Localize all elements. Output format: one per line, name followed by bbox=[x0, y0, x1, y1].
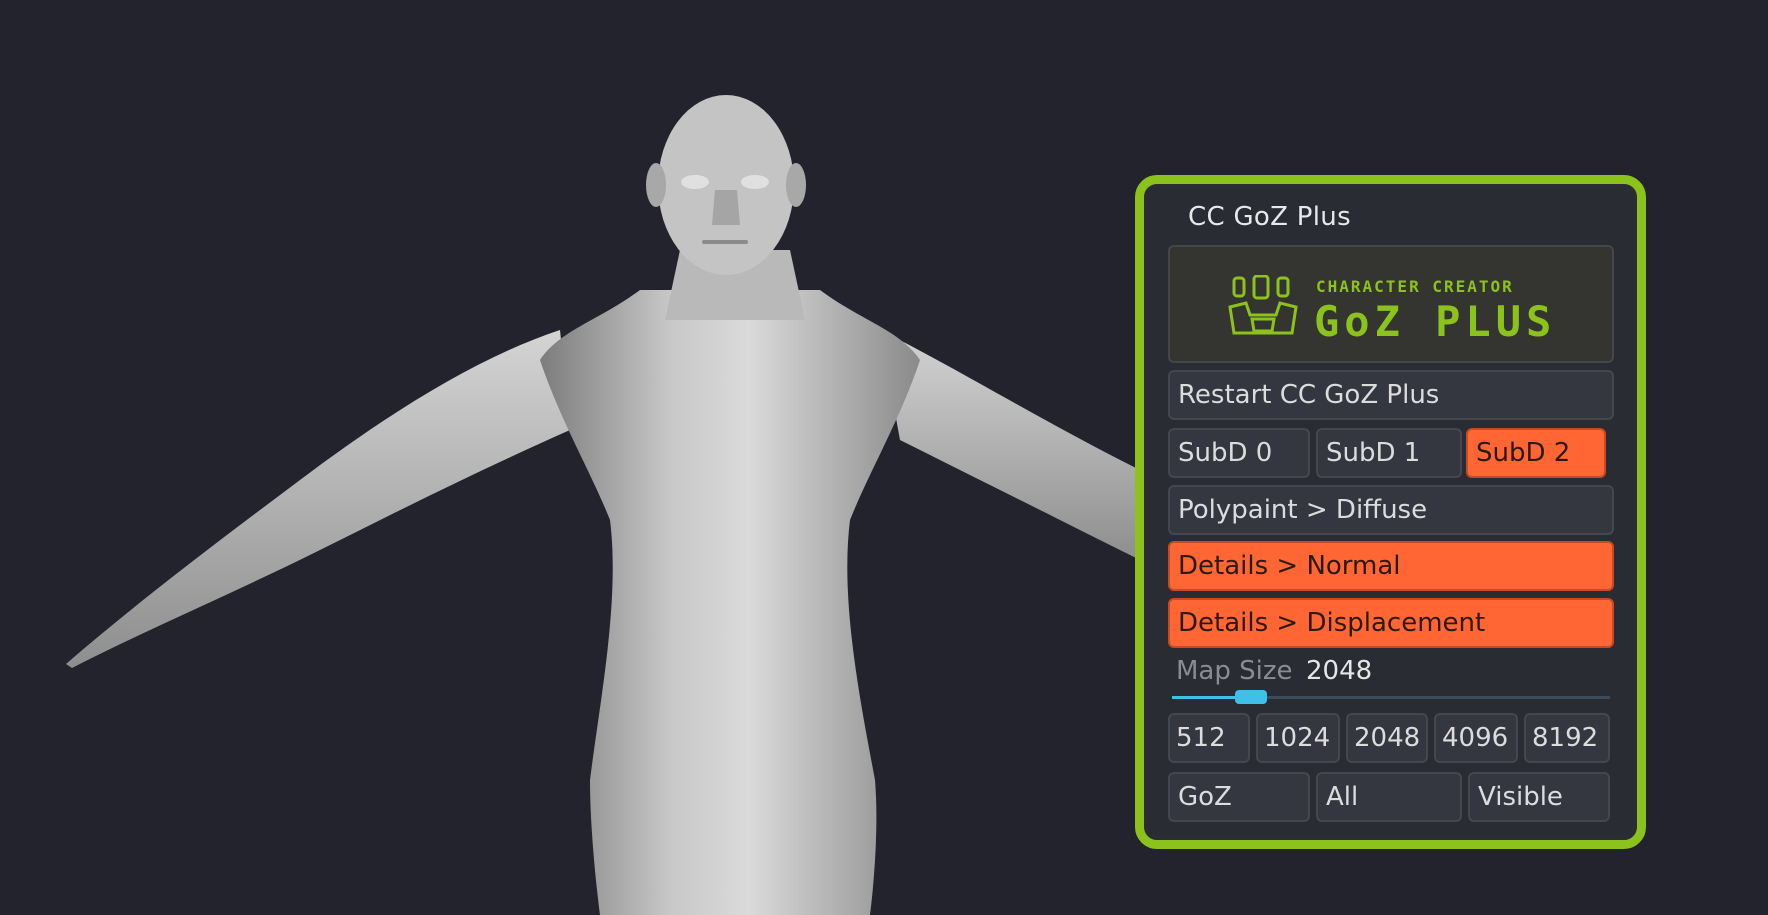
details-displacement-button[interactable]: Details > Displacement bbox=[1168, 598, 1614, 648]
all-button[interactable]: All bbox=[1316, 772, 1462, 822]
map-size-value[interactable]: 2048 bbox=[1306, 656, 1372, 686]
subd-2-button[interactable]: SubD 2 bbox=[1466, 428, 1606, 478]
map-size-label: Map Size bbox=[1176, 656, 1293, 686]
polypaint-diffuse-button[interactable]: Polypaint > Diffuse bbox=[1168, 485, 1614, 535]
details-normal-button[interactable]: Details > Normal bbox=[1168, 541, 1614, 591]
size-2048-button[interactable]: 2048 bbox=[1346, 713, 1428, 763]
logo-big-text: GoZ PLUS bbox=[1314, 297, 1557, 346]
restart-button[interactable]: Restart CC GoZ Plus bbox=[1168, 370, 1614, 420]
subd-0-button[interactable]: SubD 0 bbox=[1168, 428, 1310, 478]
size-8192-button[interactable]: 8192 bbox=[1524, 713, 1610, 763]
size-4096-button[interactable]: 4096 bbox=[1434, 713, 1518, 763]
map-size-slider-thumb[interactable] bbox=[1234, 690, 1267, 704]
panel-title[interactable]: CC GoZ Plus bbox=[1188, 202, 1351, 232]
size-1024-button[interactable]: 1024 bbox=[1256, 713, 1340, 763]
size-512-button[interactable]: 512 bbox=[1168, 713, 1250, 763]
character-creator-icon bbox=[1228, 275, 1298, 335]
logo-small-text: CHARACTER CREATOR bbox=[1316, 277, 1514, 296]
goz-plus-logo: CHARACTER CREATOR GoZ PLUS bbox=[1168, 245, 1614, 363]
visible-button[interactable]: Visible bbox=[1468, 772, 1610, 822]
subd-1-button[interactable]: SubD 1 bbox=[1316, 428, 1462, 478]
goz-button[interactable]: GoZ bbox=[1168, 772, 1310, 822]
